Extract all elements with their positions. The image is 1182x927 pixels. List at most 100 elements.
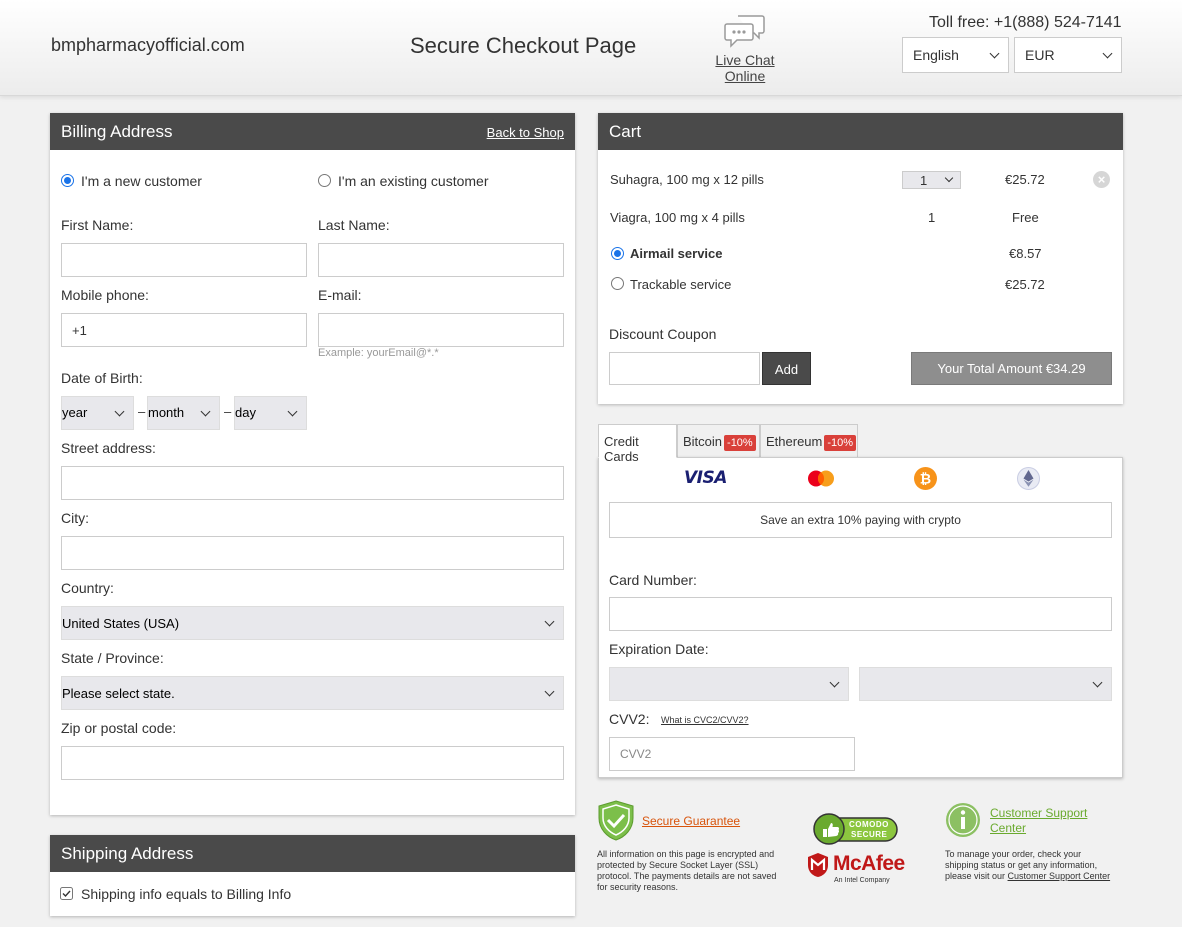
chevron-down-icon <box>544 686 555 697</box>
chevron-down-icon <box>829 677 840 688</box>
cart-panel: Cart Suhagra, 100 mg x 12 pills 1 €25.72… <box>598 113 1123 404</box>
dob-month-value: month <box>148 405 185 420</box>
site-name[interactable]: bmpharmacyofficial.com <box>51 35 245 56</box>
airmail-label[interactable]: Airmail service <box>630 246 723 261</box>
support-center-link[interactable]: Customer Support Center <box>1008 871 1111 881</box>
mobile-phone-label: Mobile phone: <box>61 287 149 303</box>
chevron-down-icon <box>944 173 954 183</box>
trackable-label[interactable]: Trackable service <box>630 277 731 292</box>
comodo-line1: COMODO <box>849 820 889 829</box>
street-input[interactable] <box>61 466 564 500</box>
email-label: E-mail: <box>318 287 362 303</box>
email-hint: Example: yourEmail@*.* <box>318 347 439 359</box>
dob-day-value: day <box>235 405 256 420</box>
payment-panel: VISA ₿ Save an extra 10% paying with cry… <box>598 457 1123 778</box>
first-name-label: First Name: <box>61 217 134 233</box>
mcafee-shield-icon <box>808 853 828 877</box>
mcafee-subtitle: An Intel Company <box>834 877 890 884</box>
state-select[interactable]: Please select state. <box>61 676 564 710</box>
airmail-price: €8.57 <box>1009 246 1042 261</box>
tab-label: Ethereum <box>766 434 823 449</box>
info-circle-icon <box>946 803 980 837</box>
billing-header: Billing Address Back to Shop <box>50 113 575 150</box>
cart-item-price: Free <box>1012 210 1039 225</box>
same-as-billing-label[interactable]: Shipping info equals to Billing Info <box>81 886 291 902</box>
new-customer-label[interactable]: I'm a new customer <box>81 173 202 189</box>
mastercard-icon <box>808 470 834 487</box>
billing-panel: Billing Address Back to Shop I'm a new c… <box>50 113 575 815</box>
secure-guarantee-link[interactable]: Secure Guarantee <box>642 814 740 828</box>
country-select[interactable]: United States (USA) <box>61 606 564 640</box>
comodo-line2: SECURE <box>851 830 888 839</box>
cvv-help-link[interactable]: What is CVC2/CVV2? <box>661 715 749 725</box>
city-input[interactable] <box>61 536 564 570</box>
expiration-year-select[interactable] <box>859 667 1112 701</box>
email-input[interactable] <box>318 313 564 347</box>
language-select[interactable]: English <box>902 37 1009 73</box>
billing-title: Billing Address <box>61 122 173 141</box>
existing-customer-label[interactable]: I'm an existing customer <box>338 173 489 189</box>
airmail-radio[interactable] <box>611 247 624 260</box>
svg-text:₿: ₿ <box>920 472 931 488</box>
total-amount-button[interactable]: Your Total Amount €34.29 <box>911 352 1112 385</box>
page-header: bmpharmacyofficial.com Secure Checkout P… <box>0 0 1182 96</box>
card-number-input[interactable] <box>609 597 1112 631</box>
mobile-phone-input[interactable]: +1 <box>61 313 307 347</box>
cart-item-qty: 1 <box>928 210 936 225</box>
card-number-label: Card Number: <box>609 572 697 588</box>
comodo-secure-badge: COMODO SECURE <box>813 813 898 845</box>
dob-month-select[interactable]: month <box>147 396 220 430</box>
dob-year-select[interactable]: year <box>61 396 134 430</box>
tab-bitcoin[interactable]: Bitcoin -10% <box>677 424 760 458</box>
cvv-label: CVV2: <box>609 711 650 727</box>
cart-title: Cart <box>609 122 642 141</box>
chevron-down-icon <box>544 616 555 627</box>
remove-item-icon[interactable]: × <box>1093 171 1110 188</box>
live-chat-link[interactable]: Live Chat Online <box>696 14 794 84</box>
discount-badge: -10% <box>724 435 756 451</box>
existing-customer-radio[interactable] <box>318 174 331 187</box>
customer-support-link[interactable]: Customer Support Center <box>990 806 1110 836</box>
expiration-month-select[interactable] <box>609 667 849 701</box>
bitcoin-icon: ₿ <box>914 467 937 490</box>
new-customer-radio[interactable] <box>61 174 74 187</box>
first-name-input[interactable] <box>61 243 307 277</box>
chevron-down-icon <box>200 406 211 417</box>
shield-check-icon <box>598 800 634 841</box>
mcafee-badge: McAfee An Intel Company <box>806 852 916 888</box>
chevron-down-icon <box>1102 48 1113 59</box>
quantity-select[interactable]: 1 <box>902 171 961 189</box>
state-label: State / Province: <box>61 650 164 666</box>
secure-guarantee-text: All information on this page is encrypte… <box>597 849 777 892</box>
trackable-radio[interactable] <box>611 277 624 290</box>
zip-input[interactable] <box>61 746 564 780</box>
dob-year-value: year <box>62 405 88 420</box>
dob-label: Date of Birth: <box>61 370 143 386</box>
city-label: City: <box>61 510 89 526</box>
language-value: English <box>913 47 959 63</box>
street-label: Street address: <box>61 440 156 456</box>
customer-support-text: To manage your order, check your shippin… <box>945 849 1117 882</box>
expiration-label: Expiration Date: <box>609 641 709 657</box>
cvv-input[interactable]: CVV2 <box>609 737 855 771</box>
cart-header: Cart <box>598 113 1123 150</box>
chevron-down-icon <box>287 406 298 417</box>
coupon-input[interactable] <box>609 352 760 385</box>
dob-separator: – <box>138 404 146 419</box>
add-coupon-button[interactable]: Add <box>762 352 811 385</box>
chevron-down-icon <box>114 406 125 417</box>
last-name-input[interactable] <box>318 243 564 277</box>
chevron-down-icon <box>989 48 1000 59</box>
cart-item-price: €25.72 <box>1005 172 1045 187</box>
discount-badge: -10% <box>824 435 857 451</box>
back-to-shop-link[interactable]: Back to Shop <box>487 125 564 140</box>
currency-value: EUR <box>1025 47 1055 63</box>
checkbox-checked-icon[interactable] <box>60 887 73 900</box>
chevron-down-icon <box>1092 677 1103 688</box>
tab-ethereum[interactable]: Ethereum -10% <box>760 424 858 458</box>
tab-label: Credit Cards <box>604 434 639 464</box>
visa-logo: VISA <box>684 468 727 488</box>
dob-day-select[interactable]: day <box>234 396 307 430</box>
currency-select[interactable]: EUR <box>1014 37 1122 73</box>
tab-credit-cards[interactable]: Credit Cards <box>598 424 677 464</box>
